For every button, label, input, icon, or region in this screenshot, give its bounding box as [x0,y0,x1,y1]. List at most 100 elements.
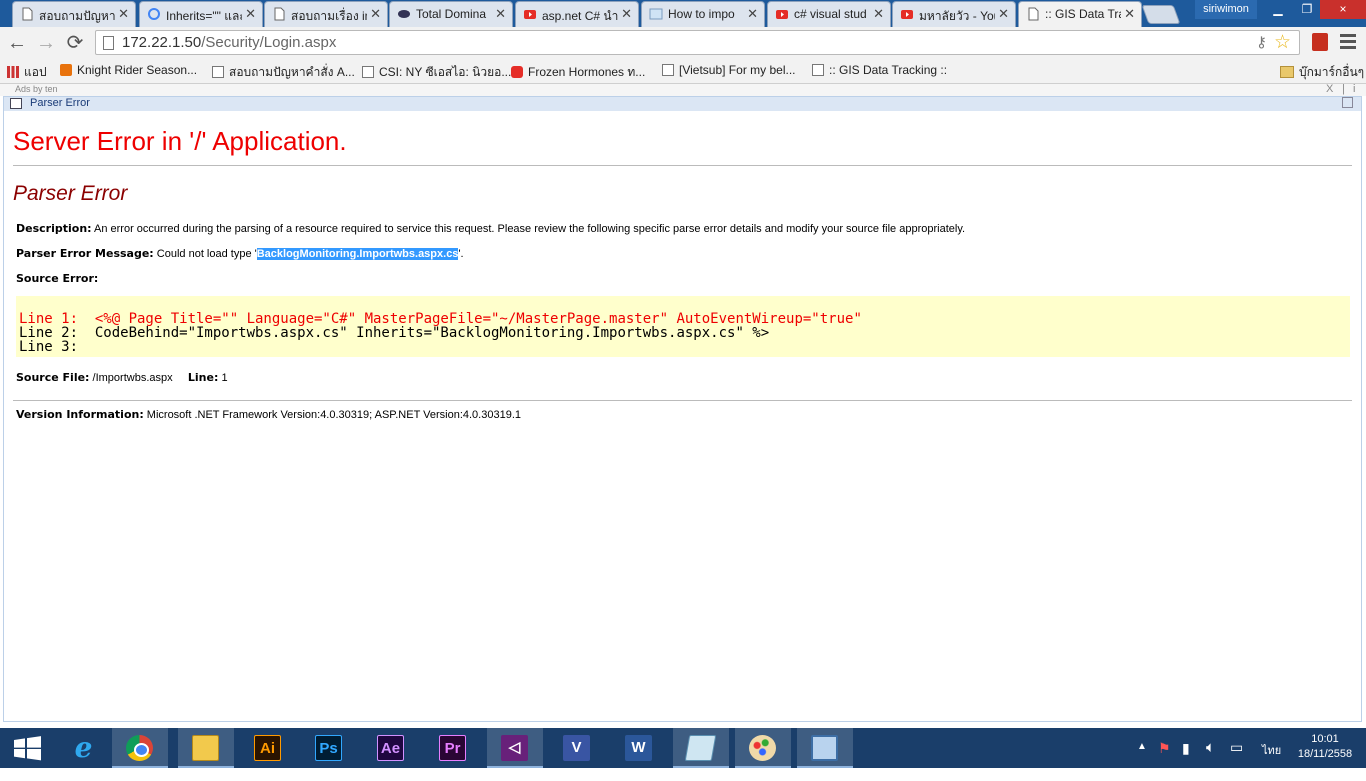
taskbar-illustrator[interactable]: Ai [240,728,296,768]
browser-tab[interactable]: สอบถามเรื่อง in ✕ [264,1,388,27]
taskbar-paint[interactable] [735,728,791,768]
other-bookmarks-folder[interactable]: บุ๊กมาร์กอื่นๆ [1280,63,1364,82]
source-error-row: Source Error: [16,272,98,285]
taskbar-notepad[interactable] [673,728,729,768]
taskbar-word[interactable]: W [611,728,667,768]
bookmarks-bar: แอป Knight Rider Season... สอบถามปัญหาคำ… [0,59,1366,84]
taskbar-explorer[interactable] [178,728,234,768]
network-icon[interactable]: ▮ [1182,740,1190,780]
source-file-row: Source File: /Importwbs.aspx Line: 1 [16,371,228,384]
tab-close-icon[interactable]: ✕ [1124,6,1135,22]
taskbar: e Ai Ps Ae Pr ◁ V W ▲ ⚑ ▮ 🔈︎ ▭ ไทย 10:01… [0,728,1366,768]
youtube-icon [511,66,523,78]
taskbar-premiere[interactable]: Pr [425,728,481,768]
taskbar-visio[interactable]: V [549,728,605,768]
bookmark-item[interactable]: CSI: NY ซีเอสไอ: นิวยอ... [362,63,511,82]
frame-title: Parser Error [30,97,90,109]
error-heading: Server Error in '/' Application. [13,126,347,156]
ie-icon: e [74,731,93,764]
page-icon [272,7,286,21]
taskbar-photoshop[interactable]: Ps [301,728,357,768]
tab-close-icon[interactable]: ✕ [245,6,256,22]
volume-icon[interactable]: 🔈︎ [1206,739,1215,779]
browser-tab[interactable]: How to impo ✕ [641,1,765,27]
taskbar-ie[interactable]: e [56,728,112,768]
taskbar-remote-desktop[interactable] [797,728,853,768]
tab-title: สอบถามปัญหาเรื่อง [39,9,115,23]
action-center-icon[interactable]: ⚑ [1158,740,1171,780]
key-icon[interactable]: ⚷ [1256,33,1267,51]
tab-close-icon[interactable]: ✕ [621,6,632,22]
browser-tab[interactable]: asp.net C# นำ ✕ [515,1,639,27]
youtube-icon [775,7,789,21]
taskbar-after-effects[interactable]: Ae [363,728,419,768]
page-icon [20,7,34,21]
address-bar[interactable]: 172.22.1.50/Security/Login.aspx ⚷ ☆ [95,30,1300,55]
clock[interactable]: 10:01 18/11/2558 [1295,733,1355,773]
tab-title: c# visual stud [794,7,867,21]
word-icon: W [625,735,652,761]
source-file-label: Source File: [16,371,90,384]
ads-close-button[interactable]: X [1326,83,1333,95]
line-label: Line: [187,371,219,384]
tab-close-icon[interactable]: ✕ [118,6,129,22]
extension-icon[interactable] [1312,33,1328,51]
display-icon[interactable]: ▭ [1230,739,1243,779]
bookmark-apps[interactable]: แอป [7,63,47,82]
tab-close-icon[interactable]: ✕ [873,6,884,22]
youtube-icon [523,7,537,21]
tab-close-icon[interactable]: ✕ [370,6,381,22]
tab-close-icon[interactable]: ✕ [998,6,1009,22]
browser-tab[interactable]: Total Domina ✕ [389,1,513,27]
reload-button[interactable]: ⟳ [62,31,88,55]
code-line: Line 2: CodeBehind="Importwbs.aspx.cs" I… [19,325,770,341]
description-label: Description: [16,222,92,235]
illustrator-icon: Ai [254,735,281,761]
browser-tab[interactable]: สอบถามปัญหาเรื่อง✕ [12,1,136,27]
new-tab-button[interactable] [1141,5,1181,24]
close-window-button[interactable]: × [1320,0,1366,19]
bookmark-item[interactable]: Knight Rider Season... [60,63,197,77]
message-label: Parser Error Message: [16,247,154,260]
ads-info-button[interactable]: i [1353,83,1355,95]
browser-tab[interactable]: มหาลัยวัว - You ✕ [892,1,1016,27]
forward-button[interactable]: → [33,31,59,55]
page-icon [362,66,374,78]
selected-type-name[interactable]: BacklogMonitoring.Importwbs.aspx.cs [256,248,459,260]
menu-icon[interactable] [1340,31,1356,52]
frame-maximize-icon[interactable] [1342,97,1353,108]
maximize-button[interactable]: ❐ [1294,0,1320,19]
language-indicator[interactable]: ไทย [1262,741,1281,781]
user-profile-button[interactable]: siriwimon [1195,0,1257,19]
bookmark-item[interactable]: :: GIS Data Tracking :: [812,63,947,77]
back-button[interactable]: ← [4,31,30,55]
page-icon [662,64,674,76]
minimize-button[interactable]: ▁ [1262,0,1294,19]
tab-title: asp.net C# นำ [542,9,618,23]
bookmark-item[interactable]: [Vietsub] For my bel... [662,63,796,77]
tab-title: มหาลัยวัว - You [919,9,995,23]
source-error-label: Source Error: [16,272,99,285]
tab-close-icon[interactable]: ✕ [495,6,506,22]
taskbar-visual-studio[interactable]: ◁ [487,728,543,768]
apps-icon [7,66,19,78]
browser-tab-active[interactable]: :: GIS Data Tra ✕ [1018,1,1142,28]
show-hidden-icons-button[interactable]: ▲ [1137,741,1147,781]
divider [13,165,1352,166]
youtube-icon [900,7,914,21]
page-info-icon[interactable] [103,36,114,50]
tab-close-icon[interactable]: ✕ [747,6,758,22]
google-icon [147,7,161,21]
browser-tab[interactable]: c# visual stud ✕ [767,1,891,27]
bookmark-item[interactable]: Frozen Hormones ท... [511,63,645,82]
source-file-value: /Importwbs.aspx [92,372,173,384]
tab-strip: สอบถามปัญหาเรื่อง✕ Inherits="" และ✕ สอบถ… [0,0,1366,28]
bookmark-item[interactable]: สอบถามปัญหาคำสั่ง A... [212,63,355,82]
taskbar-chrome[interactable] [112,728,168,768]
visio-icon: V [563,735,590,761]
start-button[interactable] [0,728,56,768]
star-icon[interactable]: ☆ [1274,31,1291,54]
tab-title: :: GIS Data Tra [1045,7,1121,21]
browser-tab[interactable]: Inherits="" และ ✕ [139,1,263,27]
ads-bar: Ads by ten X | i [0,83,1366,96]
